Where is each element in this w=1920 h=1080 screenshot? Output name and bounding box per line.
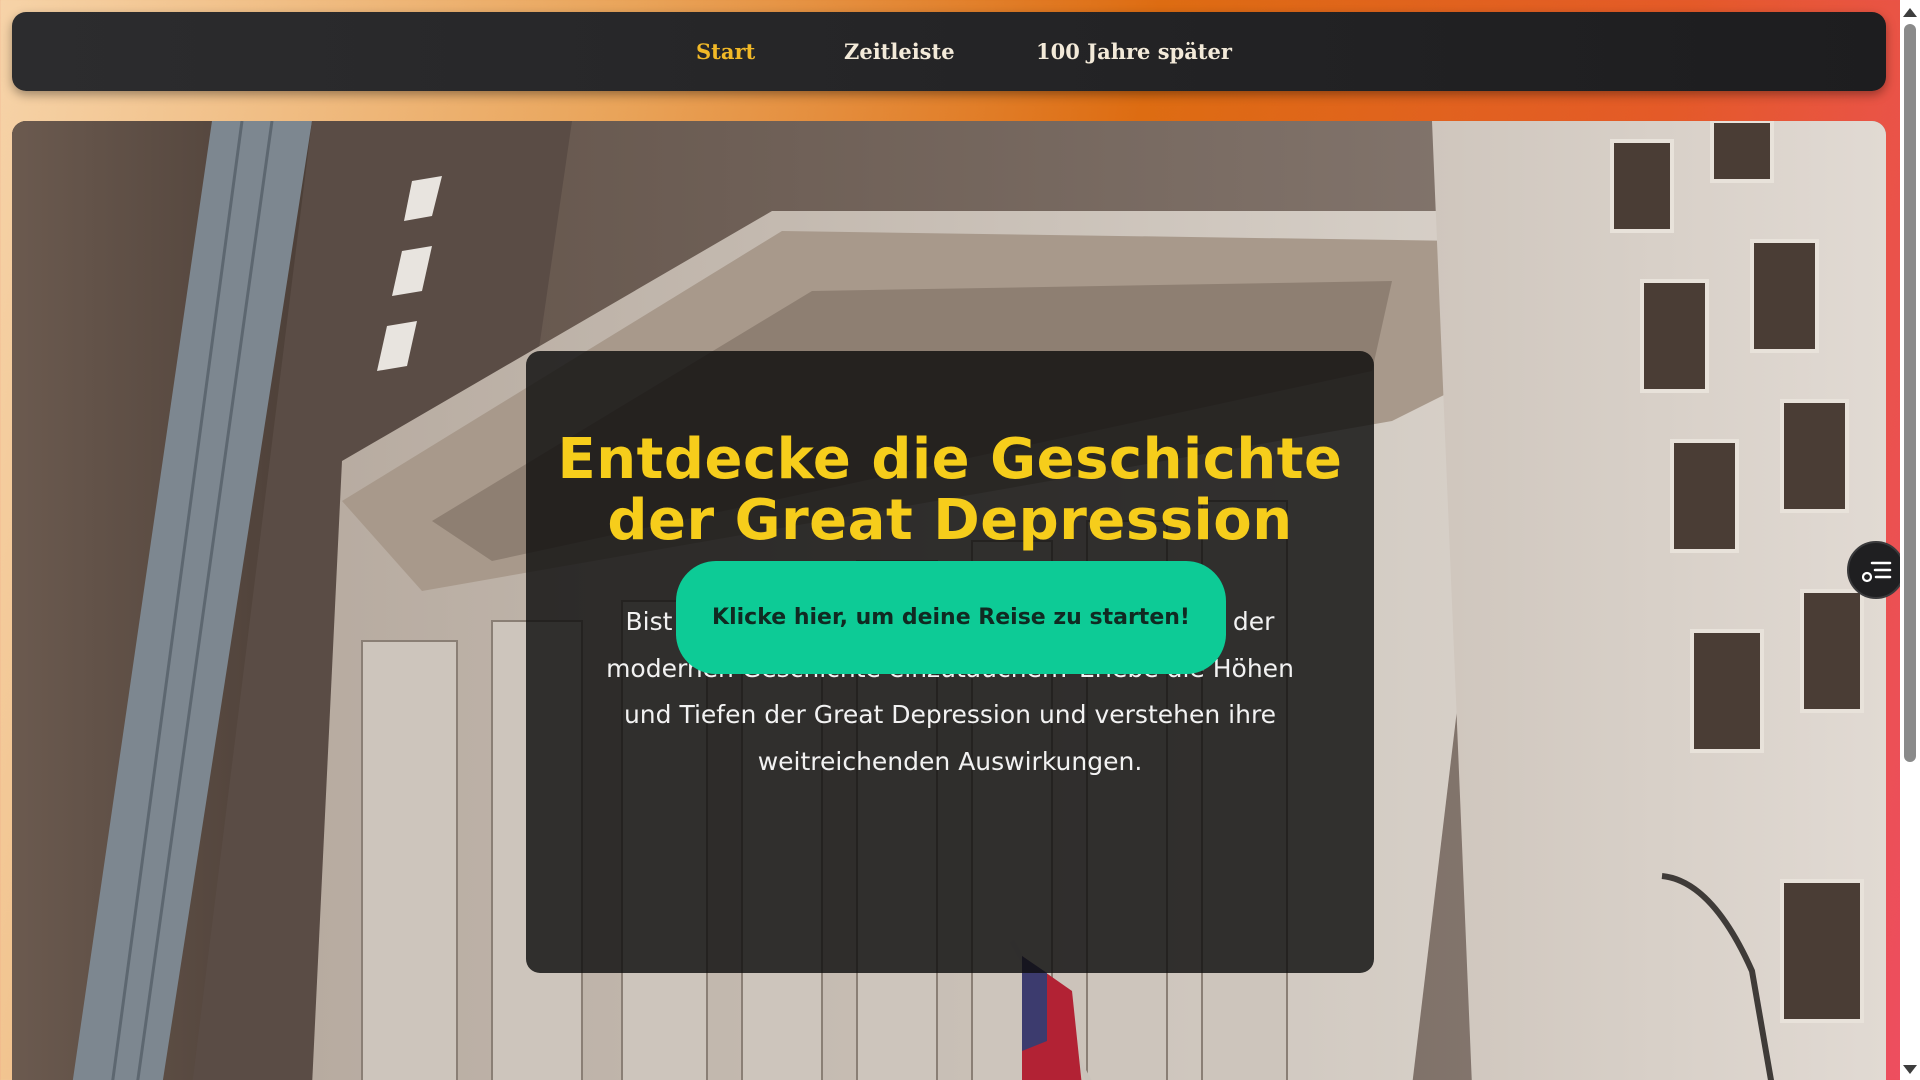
scroll-up-arrow-icon[interactable] bbox=[1903, 8, 1917, 17]
nav-item-100-jahre-spaeter[interactable]: 100 Jahre später bbox=[1036, 12, 1232, 91]
hero-section: Entdecke die Geschichte der Great Depres… bbox=[12, 121, 1886, 1080]
scroll-down-arrow-icon[interactable] bbox=[1903, 1065, 1917, 1074]
start-journey-button[interactable]: Klicke hier, um deine Reise zu starten! bbox=[676, 561, 1226, 674]
side-menu-toggle[interactable] bbox=[1847, 541, 1905, 599]
hero-title: Entdecke die Geschichte der Great Depres… bbox=[557, 427, 1343, 553]
nav-item-zeitleiste[interactable]: Zeitleiste bbox=[844, 12, 955, 91]
menu-list-icon bbox=[1862, 561, 1892, 583]
scroll-thumb[interactable] bbox=[1904, 24, 1916, 762]
hero-content-box: Entdecke die Geschichte der Great Depres… bbox=[526, 351, 1374, 973]
top-navbar: Start Zeitleiste 100 Jahre später bbox=[12, 12, 1886, 91]
page-scrollbar[interactable] bbox=[1900, 0, 1920, 1080]
nav-item-start[interactable]: Start bbox=[696, 12, 755, 91]
